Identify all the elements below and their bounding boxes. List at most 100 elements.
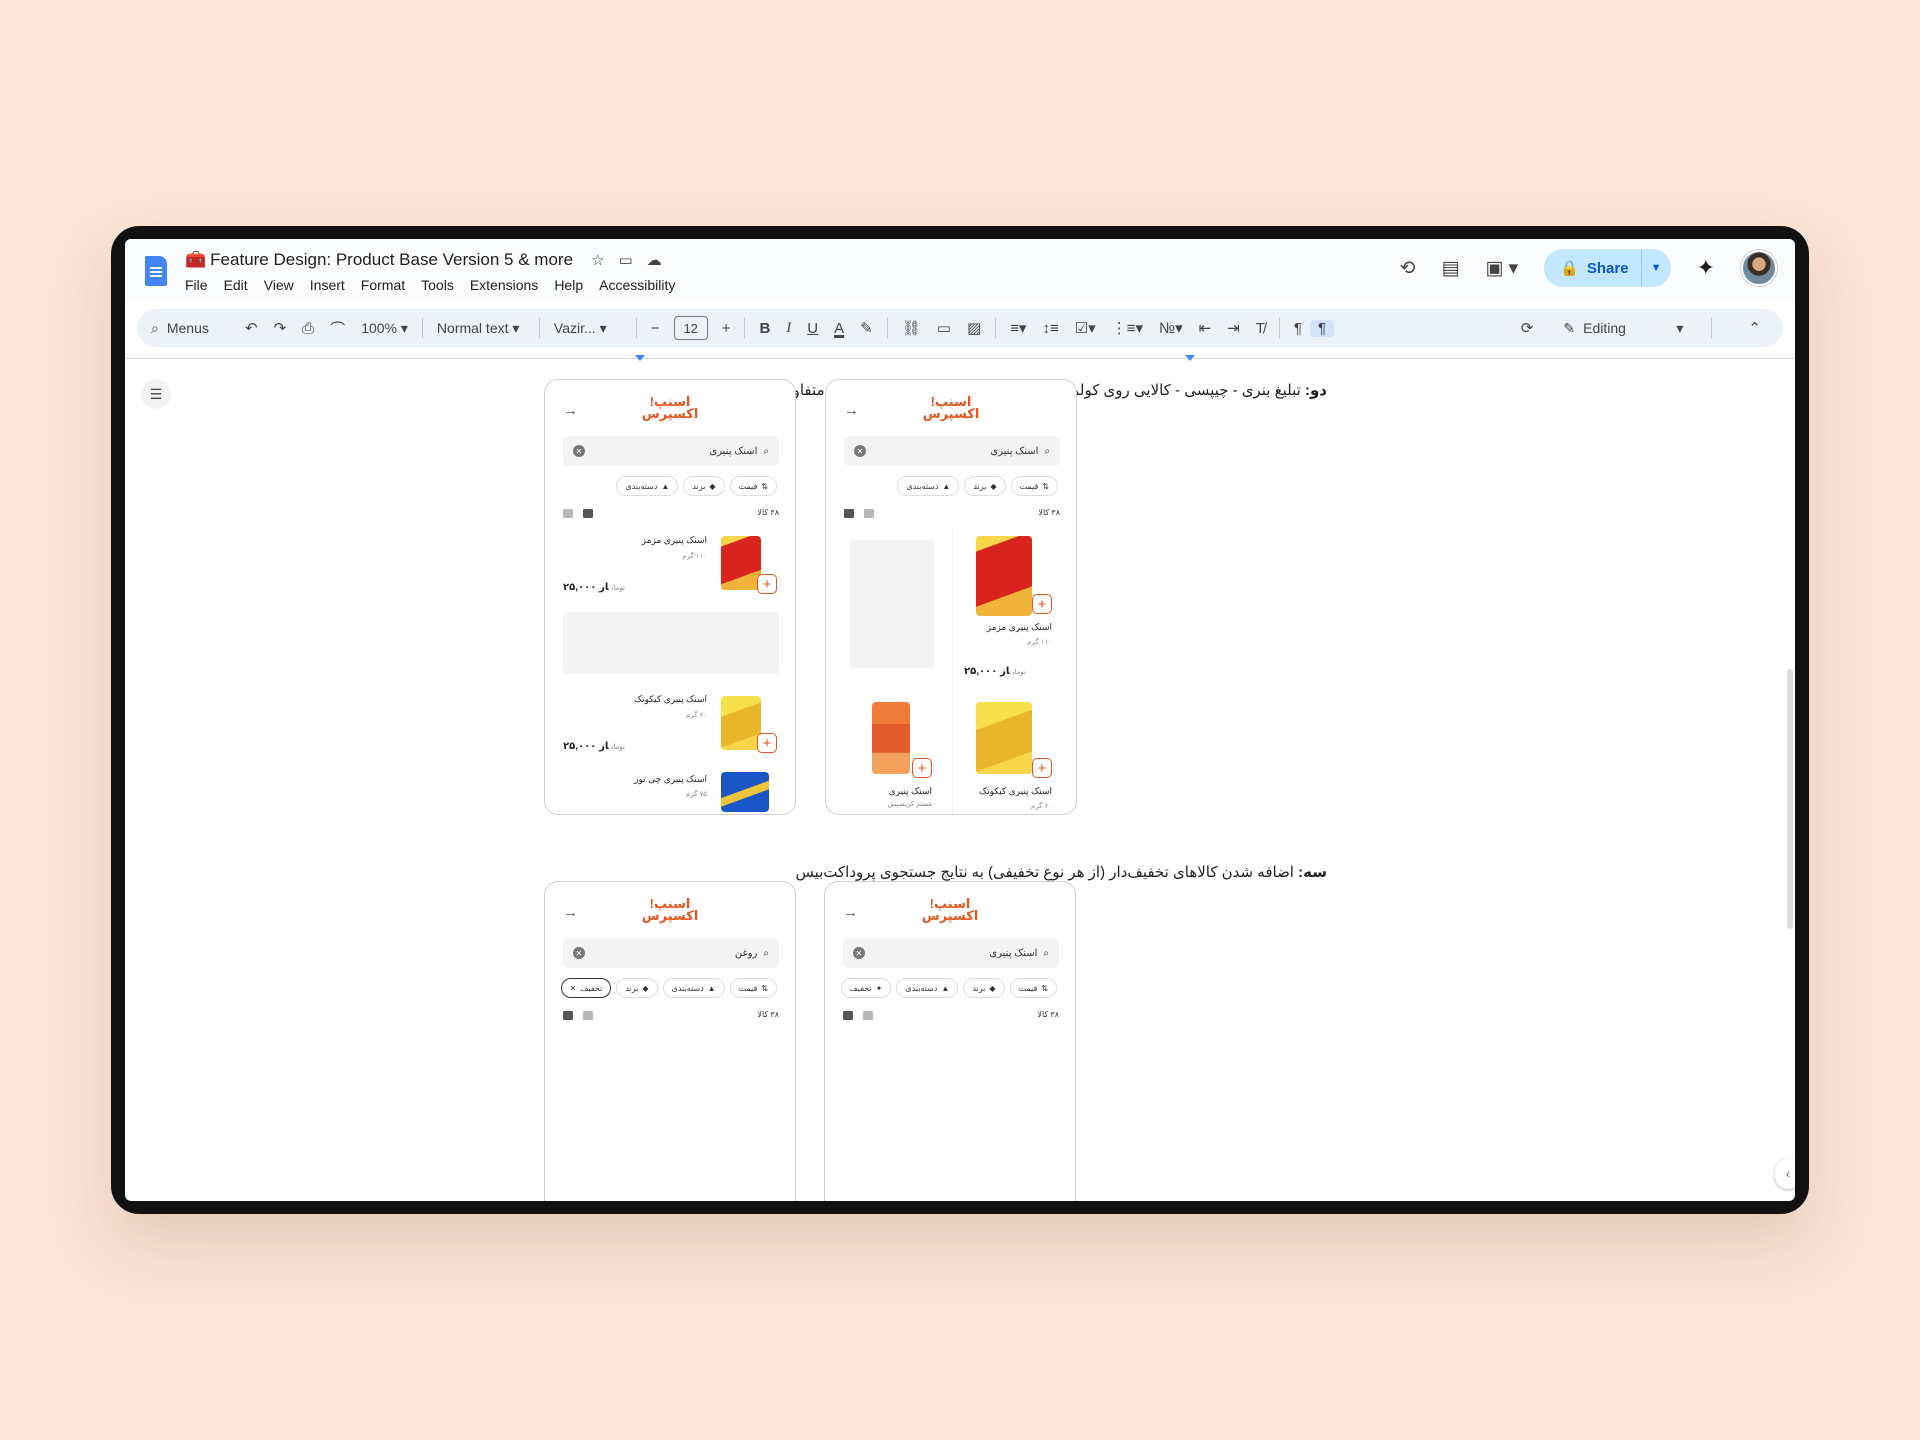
star-icon[interactable]: ☆ (591, 251, 604, 269)
clear-icon[interactable]: ✕ (573, 947, 585, 959)
gemini-sparkle-icon[interactable]: ✦ (1697, 255, 1715, 281)
clear-formatting-icon[interactable]: T̸ (1248, 320, 1273, 337)
undo-icon[interactable]: ↶ (237, 319, 266, 337)
align-icon[interactable]: ≡▾ (1002, 319, 1034, 337)
highlight-icon[interactable]: ✎ (852, 319, 881, 337)
menu-format[interactable]: Format (361, 277, 405, 293)
redo-icon[interactable]: ↷ (266, 319, 295, 337)
right-indent-marker[interactable] (1185, 355, 1195, 361)
arrow-icon[interactable]: → (843, 904, 858, 921)
ltr-icon[interactable]: ¶ (1286, 320, 1310, 337)
chip-category[interactable]: ▲ دسته‌بندی (897, 476, 960, 496)
chip-price[interactable]: ⇅ قیمت (729, 978, 777, 998)
grid-view-icon[interactable] (863, 1011, 873, 1020)
chip-price[interactable]: ⇅ قیمت (729, 476, 777, 496)
docs-logo-icon[interactable] (145, 256, 167, 286)
chip-price[interactable]: ⇅ قیمت (1009, 978, 1057, 998)
line-spacing-icon[interactable]: ↕≡ (1034, 320, 1066, 337)
list-view-icon[interactable] (844, 509, 854, 518)
style-select[interactable]: Normal text ▾ (429, 320, 533, 337)
font-select[interactable]: Vazir... ▾ (546, 320, 630, 337)
chip-category[interactable]: ▲ دسته‌بندی (616, 476, 679, 496)
arrow-icon[interactable]: → (563, 402, 578, 419)
chip-brand[interactable]: ◆ برند (964, 476, 1006, 496)
menu-file[interactable]: File (185, 277, 208, 293)
text-color-icon[interactable]: A (826, 320, 852, 337)
increase-font-size-icon[interactable]: + (714, 320, 739, 337)
left-indent-marker[interactable] (635, 355, 645, 361)
insert-link-icon[interactable]: ⛓ (894, 319, 929, 337)
version-history-icon[interactable]: ⟲ (1400, 257, 1416, 280)
add-button[interactable]: + (757, 733, 777, 753)
clear-icon[interactable]: ✕ (573, 445, 585, 457)
bold-icon[interactable]: B (751, 320, 778, 337)
banner-ad-placeholder[interactable] (563, 612, 779, 674)
add-button[interactable]: + (1032, 594, 1052, 614)
hide-menus-icon[interactable]: ⌃ (1740, 319, 1769, 337)
paint-format-icon[interactable]: ⌒ (322, 318, 353, 339)
decrease-indent-icon[interactable]: ⇤ (1191, 319, 1220, 337)
search-input[interactable]: ⌕ روغن ✕ (563, 938, 779, 968)
bulleted-list-icon[interactable]: ⋮≡▾ (1104, 319, 1151, 337)
rtl-icon[interactable]: ¶ (1310, 319, 1335, 337)
search-input[interactable]: ⌕ اسنک پنیری ✕ (563, 436, 779, 466)
add-button[interactable]: + (1032, 758, 1052, 778)
add-button[interactable]: + (912, 758, 932, 778)
share-button[interactable]: 🔒 Share (1544, 249, 1640, 287)
list-view-icon[interactable] (563, 1011, 573, 1020)
chip-discount-active[interactable]: تخفیف ✕ (560, 978, 612, 998)
chip-category[interactable]: ▲ دسته‌بندی (662, 978, 725, 998)
arrow-icon[interactable]: → (563, 904, 578, 921)
editing-mode-select[interactable]: ✎ Editing ▾ (1563, 320, 1683, 337)
menu-accessibility[interactable]: Accessibility (599, 277, 675, 293)
checklist-icon[interactable]: ☑▾ (1067, 319, 1104, 337)
chip-brand[interactable]: ◆ برند (683, 476, 725, 496)
comments-icon[interactable]: ▤ (1441, 257, 1459, 280)
collapse-side-panel-icon[interactable]: ‹ (1775, 1159, 1795, 1189)
decrease-font-size-icon[interactable]: − (643, 320, 668, 337)
print-icon[interactable]: ⎙ (294, 320, 322, 337)
increase-indent-icon[interactable]: ⇥ (1219, 319, 1248, 337)
document-outline-icon[interactable]: ☰ (141, 379, 171, 409)
scrollbar[interactable] (1787, 669, 1793, 929)
clear-icon[interactable]: ✕ (854, 445, 866, 457)
add-button[interactable]: + (757, 574, 777, 594)
font-size-input[interactable]: 12 (673, 316, 708, 340)
menu-edit[interactable]: Edit (224, 277, 248, 293)
arrow-icon[interactable]: → (844, 402, 859, 419)
meet-icon[interactable]: ▣ ▾ (1485, 257, 1518, 280)
grid-view-icon[interactable] (583, 1011, 593, 1020)
search-input[interactable]: ⌕ اسنک پنیری ✕ (843, 938, 1059, 968)
insert-image-icon[interactable]: ▨ (959, 319, 989, 337)
italic-icon[interactable]: I (778, 320, 799, 337)
menu-extensions[interactable]: Extensions (470, 277, 538, 293)
list-view-icon[interactable] (563, 509, 573, 518)
zoom-select[interactable]: 100% ▾ (353, 320, 416, 337)
list-view-icon[interactable] (843, 1011, 853, 1020)
cloud-status-icon[interactable]: ☁ (647, 251, 662, 269)
grid-view-icon[interactable] (864, 509, 874, 518)
share-dropdown-icon[interactable]: ▼ (1640, 249, 1671, 287)
document-title[interactable]: 🧰 Feature Design: Product Base Version 5 … (185, 250, 573, 270)
move-folder-icon[interactable]: ▭ (618, 251, 632, 269)
search-input[interactable]: ⌕ اسنک پنیری ✕ (844, 436, 1060, 466)
menus-search[interactable]: ⌕ Menus (151, 320, 237, 337)
chip-brand[interactable]: ◆ برند (963, 978, 1005, 998)
underline-icon[interactable]: U (799, 320, 826, 337)
smart-canvas-icon[interactable]: ⟳ (1513, 319, 1542, 337)
add-comment-icon[interactable]: ▭ (929, 319, 959, 337)
chip-discount[interactable]: ✦ تخفیف (840, 978, 892, 998)
chip-price[interactable]: ⇅ قیمت (1010, 476, 1058, 496)
grid-view-icon[interactable] (583, 509, 593, 518)
banner-ad-placeholder[interactable] (850, 540, 934, 668)
chip-brand[interactable]: ◆ برند (616, 978, 658, 998)
chip-category[interactable]: ▲ دسته‌بندی (896, 978, 959, 998)
menu-help[interactable]: Help (554, 277, 583, 293)
close-icon[interactable]: ✕ (570, 984, 577, 993)
numbered-list-icon[interactable]: №▾ (1151, 319, 1191, 337)
menu-view[interactable]: View (264, 277, 294, 293)
menu-insert[interactable]: Insert (310, 277, 345, 293)
clear-icon[interactable]: ✕ (853, 947, 865, 959)
menu-tools[interactable]: Tools (421, 277, 454, 293)
avatar[interactable] (1741, 250, 1777, 286)
